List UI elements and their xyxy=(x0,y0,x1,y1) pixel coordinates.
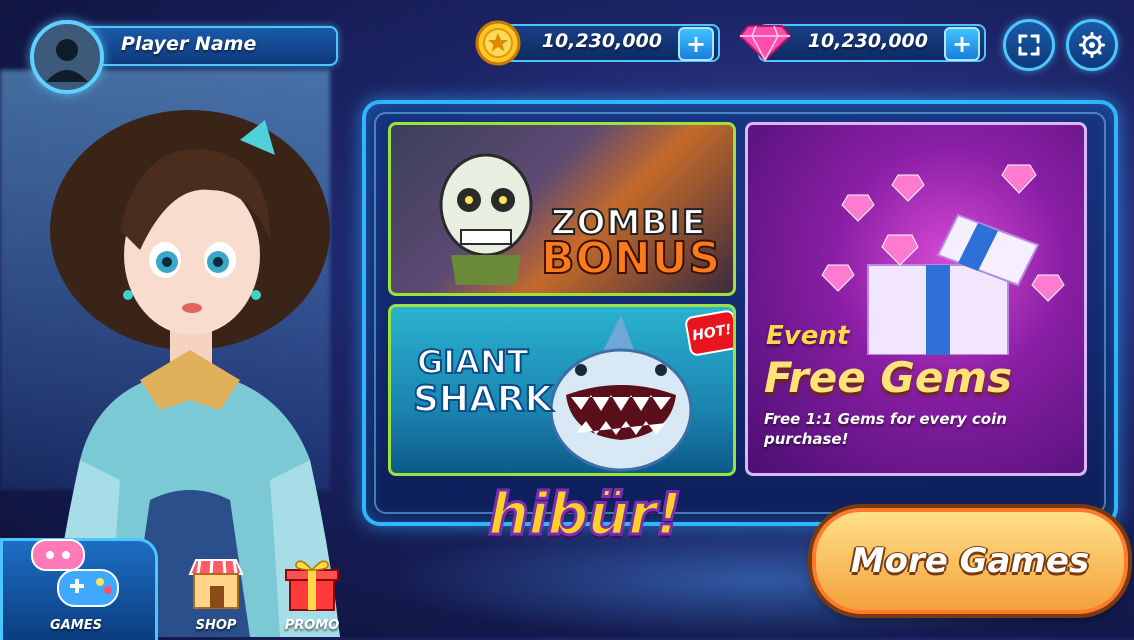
gear-icon xyxy=(1079,32,1105,58)
hot-badge: HOT! xyxy=(683,308,733,358)
zombie-title-line2: BONUS xyxy=(540,232,722,285)
shark-icon xyxy=(549,315,693,472)
fullscreen-button[interactable] xyxy=(1003,19,1055,71)
event-description: Free 1:1 Gems for every coin purchase! xyxy=(764,410,1007,448)
gem-balance: 10,230,000 + xyxy=(738,22,986,62)
avatar[interactable] xyxy=(30,20,104,94)
game-card-giant-shark[interactable]: GIANT SHARK HOT! xyxy=(388,304,736,476)
gem-icon xyxy=(738,25,792,62)
settings-button[interactable] xyxy=(1066,19,1118,71)
nav-item-promo[interactable]: PROMO xyxy=(272,556,352,637)
coin-icon xyxy=(475,20,521,66)
nav-label-shop: SHOP xyxy=(195,618,237,633)
nav-label-promo: PROMO xyxy=(284,618,340,633)
player-profile[interactable]: Player Name xyxy=(26,20,338,94)
gem-value: 10,230,000 xyxy=(807,30,928,52)
player-name: Player Name xyxy=(121,33,257,55)
coin-value: 10,230,000 xyxy=(541,30,662,52)
nav-label-games: GAMES xyxy=(50,618,102,633)
add-coins-button[interactable]: + xyxy=(678,27,714,61)
event-card-free-gems[interactable]: Event Free Gems Free 1:1 Gems for every … xyxy=(745,122,1087,476)
fullscreen-icon xyxy=(1018,34,1040,56)
more-games-button[interactable]: More Games xyxy=(812,508,1128,614)
nav-item-games[interactable]: GAMES xyxy=(10,530,142,637)
shark-title-line1: GIANT xyxy=(416,342,530,382)
event-title: Free Gems xyxy=(764,353,1013,402)
hibur-logo: hibür! xyxy=(486,479,683,550)
event-label: Event xyxy=(766,321,850,351)
game-card-zombie-bonus[interactable]: ZOMBIE BONUS xyxy=(388,122,736,296)
shark-title-line2: SHARK xyxy=(412,378,554,421)
gamepad-icon xyxy=(31,539,119,607)
add-gems-button[interactable]: + xyxy=(944,27,980,61)
zombie-icon xyxy=(439,153,533,285)
gift-icon xyxy=(285,560,339,611)
coin-balance: 10,230,000 + xyxy=(472,20,720,66)
shop-icon xyxy=(188,559,244,609)
nav-item-shop[interactable]: SHOP xyxy=(176,556,256,637)
user-icon xyxy=(46,39,88,82)
